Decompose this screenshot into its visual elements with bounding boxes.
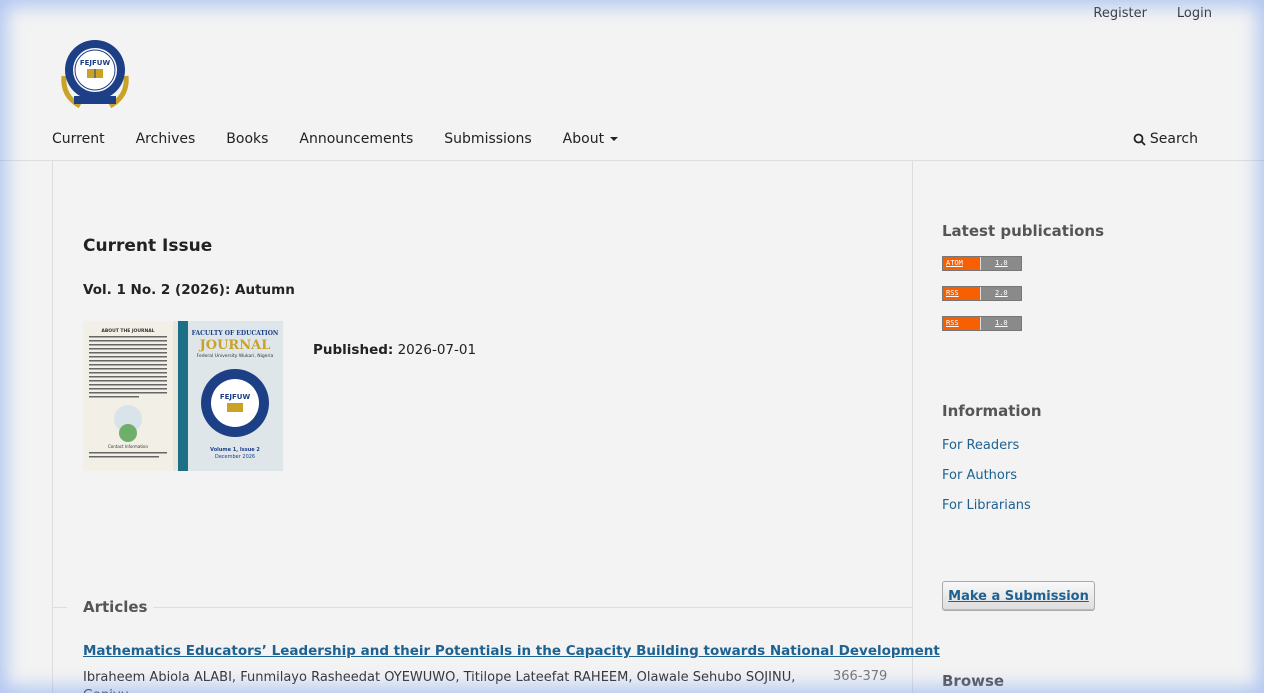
article-authors: Ibraheem Abiola ALABI, Funmilayo Rasheed… [83,670,796,693]
nav-about-label: About [562,131,605,147]
svg-text:ABOUT THE JOURNAL: ABOUT THE JOURNAL [101,328,154,334]
nav-announcements[interactable]: Announcements [299,131,413,151]
nav-archives[interactable]: Archives [136,131,196,151]
chevron-down-icon [610,137,619,141]
section-divider [53,607,67,608]
svg-text:FACULTY OF EDUCATION: FACULTY OF EDUCATION [192,330,279,337]
svg-text:JOURNAL: JOURNAL [199,338,271,353]
article-title-link[interactable]: Mathematics Educators’ Leadership and th… [83,643,940,659]
for-readers-link[interactable]: For Readers [942,438,1019,453]
rss2-feed-badge[interactable]: RSS 2.0 [942,286,1022,301]
svg-text:FEJFUW: FEJFUW [220,393,251,401]
main-nav: Current Archives Books Announcements Sub… [52,131,1264,151]
feed-type: ATOM [943,257,981,270]
svg-text:FEJFUW: FEJFUW [80,59,111,67]
main-content: Current Issue Vol. 1 No. 2 (2026): Autum… [52,160,940,693]
nav-current[interactable]: Current [52,131,105,151]
svg-text:December 2026: December 2026 [215,454,255,460]
nav-books[interactable]: Books [226,131,268,151]
user-nav: Register Login [1093,6,1212,21]
page-title: Current Issue [83,236,213,256]
browse-title: Browse [942,672,1005,690]
feed-type: RSS [943,317,981,330]
published-value: 2026-07-01 [397,342,477,358]
search-label: Search [1149,131,1198,147]
article-pages: 366-379 [833,669,888,684]
feed-version: 2.0 [981,287,1021,300]
feed-type: RSS [943,287,981,300]
feed-version: 1.0 [981,317,1021,330]
search-button[interactable]: Search [1133,131,1198,147]
atom-feed-badge[interactable]: ATOM 1.0 [942,256,1022,271]
issue-cover-image[interactable]: ABOUT THE JOURNAL Contact Information FA… [83,321,283,471]
feed-version: 1.0 [981,257,1021,270]
search-icon [1133,133,1146,146]
journal-logo[interactable]: FEJFUW [58,36,132,110]
latest-publications-title: Latest publications [942,222,1105,240]
for-librarians-link[interactable]: For Librarians [942,498,1031,513]
information-title: Information [942,402,1042,420]
section-title-articles: Articles [83,598,148,616]
published-label: Published: [313,342,394,358]
login-link[interactable]: Login [1177,6,1212,21]
register-link[interactable]: Register [1093,6,1147,21]
for-authors-link[interactable]: For Authors [942,468,1017,483]
rss1-feed-badge[interactable]: RSS 1.0 [942,316,1022,331]
nav-submissions[interactable]: Submissions [444,131,531,151]
sidebar: Latest publications ATOM 1.0 RSS 2.0 RSS… [942,160,1242,693]
svg-text:Federal University Wukari, Nig: Federal University Wukari, Nigeria [197,353,274,359]
nav-about[interactable]: About [562,131,619,151]
svg-text:Volume 1, Issue 2: Volume 1, Issue 2 [210,447,260,453]
svg-text:Contact Information: Contact Information [108,444,148,449]
issue-identification: Vol. 1 No. 2 (2026): Autumn [83,282,295,298]
published-date: Published: 2026-07-01 [313,342,476,358]
section-divider [153,607,912,608]
make-submission-button[interactable]: Make a Submission [942,581,1095,611]
